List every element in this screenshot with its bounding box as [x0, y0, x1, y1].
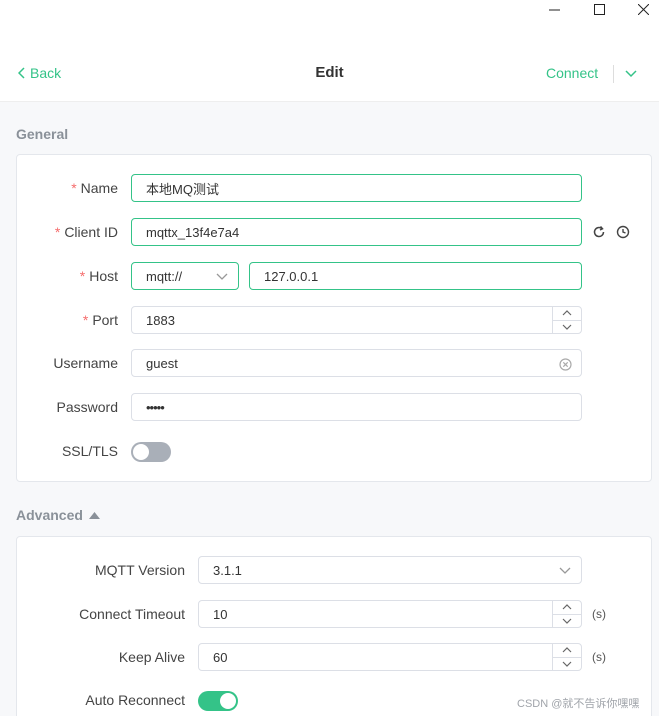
connect-timeout-stepper [552, 601, 581, 627]
username-label: Username [53, 355, 118, 371]
decrement-button[interactable] [553, 613, 581, 628]
ssl-label-text: SSL/TLS [61, 443, 118, 459]
host-field[interactable]: 127.0.0.1 [249, 262, 582, 290]
client-id-label-text: Client ID [64, 224, 118, 240]
password-label-text: Password [56, 399, 118, 415]
decrement-button[interactable] [553, 656, 581, 671]
protocol-value: mqtt:// [146, 268, 183, 284]
port-field[interactable]: 1883 [131, 306, 582, 334]
client-id-value: mqttx_13f4e7a4 [146, 224, 240, 240]
host-label-text: Host [89, 268, 118, 284]
client-id-label: * Client ID [55, 224, 118, 240]
protocol-select[interactable]: mqtt:// [131, 262, 239, 290]
username-field[interactable]: guest [131, 349, 582, 377]
port-stepper [552, 307, 581, 333]
increment-button[interactable] [553, 601, 581, 614]
port-label-text: Port [92, 312, 118, 328]
connect-button[interactable]: Connect [546, 65, 598, 81]
mqtt-version-label: MQTT Version [95, 562, 185, 578]
keep-alive-stepper [552, 644, 581, 670]
name-field[interactable]: 本地MQ测试 [131, 174, 582, 202]
increment-button[interactable] [553, 307, 581, 320]
header-divider [613, 65, 614, 83]
page-header: Back Edit Connect [0, 44, 659, 102]
password-field[interactable]: ••••• [131, 393, 582, 421]
password-label: Password [57, 399, 118, 415]
mqtt-version-select[interactable]: 3.1.1 [198, 556, 582, 584]
required-mark: * [71, 180, 77, 196]
required-mark: * [82, 312, 89, 328]
advanced-title-text: Advanced [16, 507, 83, 523]
minimize-icon[interactable] [531, 0, 577, 18]
window-titlebar [0, 0, 659, 44]
ssl-label: SSL/TLS [62, 443, 118, 459]
general-section-title: General [16, 126, 68, 142]
connect-timeout-field[interactable]: 10 [198, 600, 582, 628]
port-value: 1883 [146, 312, 175, 328]
chevron-down-icon [559, 567, 571, 574]
increment-button[interactable] [553, 644, 581, 657]
caret-up-icon [88, 511, 100, 519]
clear-icon[interactable] [558, 357, 572, 371]
connect-timeout-value: 10 [213, 606, 228, 622]
advanced-card: MQTT Version 3.1.1 Connect Timeout 10 (s… [16, 536, 652, 716]
required-mark: * [54, 224, 61, 240]
keep-alive-field[interactable]: 60 [198, 643, 582, 671]
auto-reconnect-label: Auto Reconnect [85, 692, 185, 708]
chevron-down-icon [216, 273, 228, 280]
port-label: * Port [83, 312, 118, 328]
close-icon[interactable] [620, 0, 659, 18]
toggle-knob [133, 444, 149, 460]
clock-icon[interactable] [614, 223, 632, 241]
connect-timeout-label-text: Connect Timeout [79, 606, 185, 622]
decrement-button[interactable] [553, 319, 581, 334]
auto-reconnect-label-text: Auto Reconnect [85, 692, 185, 708]
mqtt-version-label-text: MQTT Version [95, 562, 185, 578]
general-card: * Name 本地MQ测试 * Client ID mqttx_13f4e7a4 *… [16, 154, 652, 482]
host-value: 127.0.0.1 [264, 268, 319, 284]
username-value: guest [146, 355, 178, 371]
keep-alive-label-text: Keep Alive [118, 649, 185, 665]
required-mark: * [79, 268, 86, 284]
name-value: 本地MQ测试 [146, 181, 219, 197]
chevron-down-icon[interactable] [624, 66, 638, 84]
name-label: * Name [71, 180, 118, 196]
name-label-text: Name [80, 180, 118, 196]
connect-timeout-label: Connect Timeout [79, 606, 185, 622]
general-title-text: General [16, 126, 69, 142]
host-label: * Host [80, 268, 118, 284]
refresh-icon[interactable] [590, 223, 608, 241]
watermark: CSDN @就不告诉你嘿嘿 [517, 698, 640, 710]
keep-alive-label: Keep Alive [119, 649, 185, 665]
username-label-text: Username [53, 355, 118, 371]
keep-alive-value: 60 [213, 649, 228, 665]
toggle-knob [220, 693, 236, 709]
ssl-toggle[interactable] [131, 442, 171, 462]
mqtt-version-value: 3.1.1 [213, 562, 242, 578]
keep-alive-unit: (s) [592, 650, 606, 664]
maximize-icon[interactable] [576, 0, 622, 18]
advanced-section-title[interactable]: Advanced [16, 507, 100, 523]
client-id-field[interactable]: mqttx_13f4e7a4 [131, 218, 582, 246]
connect-timeout-unit: (s) [592, 607, 606, 621]
password-value: ••••• [146, 399, 165, 415]
auto-reconnect-toggle[interactable] [198, 691, 238, 711]
